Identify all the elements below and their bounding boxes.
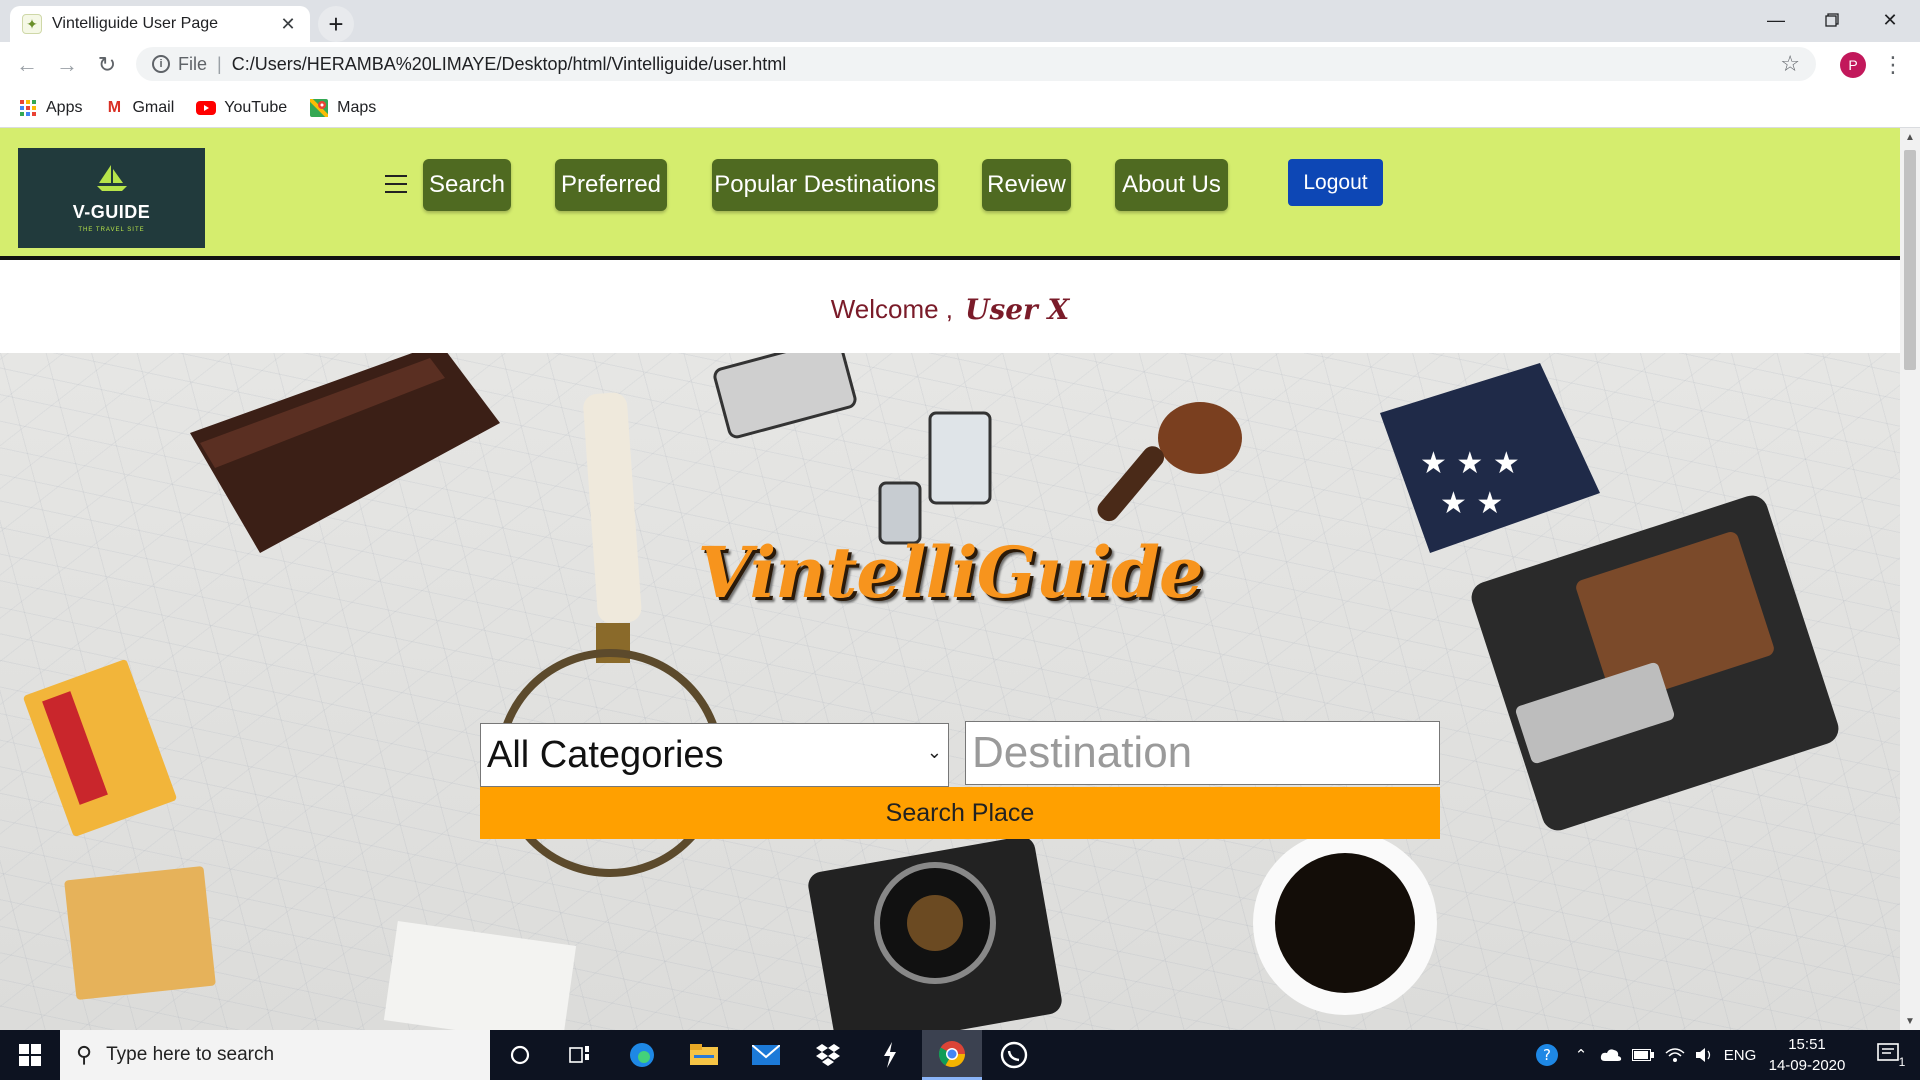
- taskbar-search-box[interactable]: ⚲ Type here to search: [60, 1030, 490, 1080]
- nav-preferred-button[interactable]: Preferred: [555, 159, 667, 211]
- search-icon: ⚲: [76, 1042, 93, 1067]
- logo-brand: V-GUIDE: [72, 202, 151, 222]
- chevron-up-icon[interactable]: ⌃: [1568, 1030, 1594, 1080]
- logout-button[interactable]: Logout: [1288, 159, 1383, 206]
- browser-tab-strip: ✦ Vintelliguide User Page ✕ + — ✕: [0, 0, 1920, 42]
- reload-icon[interactable]: ↻: [90, 48, 124, 82]
- whatsapp-icon[interactable]: [984, 1030, 1044, 1080]
- bookmark-gmail[interactable]: M Gmail: [104, 98, 174, 118]
- svg-text:★ ★: ★ ★: [1440, 486, 1503, 521]
- task-view-icon[interactable]: [550, 1030, 610, 1080]
- close-tab-icon[interactable]: ✕: [278, 14, 298, 35]
- dropbox-icon[interactable]: [798, 1030, 858, 1080]
- taskbar-search-placeholder: Type here to search: [106, 1044, 275, 1065]
- url-text[interactable]: C:/Users/HERAMBA%20LIMAYE/Desktop/html/V…: [232, 54, 1781, 75]
- onedrive-cloud-icon[interactable]: [1596, 1030, 1626, 1080]
- volume-icon[interactable]: [1690, 1030, 1720, 1080]
- nav-about-us-button[interactable]: About Us: [1115, 159, 1228, 211]
- sailboat-icon: [95, 163, 129, 198]
- logo-tagline: THE TRAVEL SITE: [78, 227, 145, 233]
- maps-icon: [309, 98, 329, 118]
- welcome-banner: Welcome , User X: [0, 264, 1900, 354]
- page-viewport: V-GUIDE THE TRAVEL SITE Search Preferred…: [0, 128, 1900, 1030]
- bookmark-maps[interactable]: Maps: [309, 98, 376, 118]
- address-bar[interactable]: i File | C:/Users/HERAMBA%20LIMAYE/Deskt…: [136, 47, 1816, 81]
- scroll-up-icon[interactable]: ▲: [1900, 128, 1920, 146]
- taskbar-clock[interactable]: 15:51 14-09-2020: [1764, 1034, 1850, 1076]
- back-arrow-icon[interactable]: ←: [10, 48, 44, 82]
- page-scrollbar[interactable]: ▲ ▼: [1900, 128, 1920, 1030]
- clock-time: 15:51: [1788, 1036, 1826, 1053]
- gmail-icon: M: [107, 98, 122, 116]
- info-icon[interactable]: i: [152, 55, 170, 73]
- bookmark-label: Gmail: [132, 98, 175, 116]
- hero-background-photo: ★ ★ ★ ★ ★: [23, 353, 1839, 1030]
- windows-start-icon[interactable]: [0, 1030, 60, 1080]
- category-selected-value: All Categories: [487, 733, 724, 776]
- site-header: V-GUIDE THE TRAVEL SITE Search Preferred…: [0, 128, 1900, 260]
- tab-title: Vintelliguide User Page: [52, 15, 219, 32]
- nav-popular-destinations-button[interactable]: Popular Destinations: [712, 159, 938, 211]
- bookmark-label: Apps: [46, 98, 83, 116]
- notification-count: 1: [1898, 1055, 1906, 1069]
- bookmark-youtube[interactable]: YouTube: [196, 98, 287, 118]
- new-tab-button[interactable]: +: [318, 6, 354, 42]
- scrollbar-thumb[interactable]: [1904, 150, 1916, 370]
- search-place-button[interactable]: Search Place: [480, 787, 1440, 839]
- bookmarks-bar: Apps M Gmail YouTube Maps: [0, 88, 1920, 128]
- battery-icon[interactable]: [1628, 1030, 1658, 1080]
- language-indicator[interactable]: ENG: [1722, 1030, 1758, 1080]
- bookmark-label: YouTube: [224, 98, 288, 116]
- restore-icon[interactable]: [1804, 0, 1860, 40]
- bookmark-apps[interactable]: Apps: [18, 98, 82, 118]
- help-icon[interactable]: ?: [1530, 1030, 1564, 1080]
- apps-grid-icon: [18, 98, 38, 118]
- welcome-username: User X: [965, 292, 1070, 326]
- welcome-prefix: Welcome ,: [830, 293, 954, 324]
- browser-toolbar: ← → ↻ i File | C:/Users/HERAMBA%20LIMAYE…: [0, 42, 1920, 88]
- notifications-icon[interactable]: 1: [1868, 1030, 1914, 1080]
- forward-arrow-icon[interactable]: →: [50, 48, 84, 82]
- destination-input[interactable]: Destination: [965, 721, 1440, 785]
- hero-title: VintelliGuide: [697, 531, 1204, 614]
- app-lightning-icon[interactable]: [860, 1030, 920, 1080]
- edge-browser-icon[interactable]: [612, 1030, 672, 1080]
- nav-review-button[interactable]: Review: [982, 159, 1071, 211]
- clock-date: 14-09-2020: [1768, 1057, 1846, 1074]
- close-window-icon[interactable]: ✕: [1862, 0, 1918, 40]
- destination-placeholder: Destination: [972, 728, 1193, 777]
- site-favicon-icon: ✦: [22, 14, 42, 34]
- bookmark-star-icon[interactable]: ☆: [1780, 51, 1800, 77]
- chrome-icon[interactable]: [922, 1030, 982, 1080]
- file-explorer-icon[interactable]: [674, 1030, 734, 1080]
- url-scheme: File: [178, 53, 208, 74]
- mail-icon[interactable]: [736, 1030, 796, 1080]
- category-select[interactable]: All Categories ⌄: [480, 723, 949, 787]
- browser-tab[interactable]: ✦ Vintelliguide User Page ✕: [10, 6, 310, 42]
- nav-search-button[interactable]: Search: [423, 159, 511, 211]
- url-separator: |: [217, 53, 222, 74]
- cortana-icon[interactable]: [490, 1030, 550, 1080]
- browser-menu-icon[interactable]: ⋮: [1880, 50, 1906, 80]
- site-logo[interactable]: V-GUIDE THE TRAVEL SITE: [18, 148, 205, 248]
- plus-icon: +: [328, 8, 344, 39]
- chevron-down-icon: ⌄: [926, 742, 942, 762]
- hero-section: ★ ★ ★ ★ ★ VintelliGuide All Categories ⌄…: [0, 353, 1900, 1030]
- bookmark-label: Maps: [337, 98, 377, 116]
- svg-text:★ ★ ★: ★ ★ ★: [1420, 446, 1520, 481]
- hamburger-menu-icon[interactable]: [385, 172, 407, 196]
- wifi-icon[interactable]: [1660, 1030, 1690, 1080]
- minimize-icon[interactable]: —: [1748, 0, 1804, 40]
- windows-taskbar: ⚲ Type here to search ? ⌃ ENG 15:51 14-0…: [0, 1030, 1920, 1080]
- youtube-icon: [196, 98, 217, 118]
- profile-avatar[interactable]: P: [1840, 52, 1866, 78]
- svg-text:?: ?: [1543, 1046, 1551, 1064]
- scroll-down-icon[interactable]: ▼: [1900, 1012, 1920, 1030]
